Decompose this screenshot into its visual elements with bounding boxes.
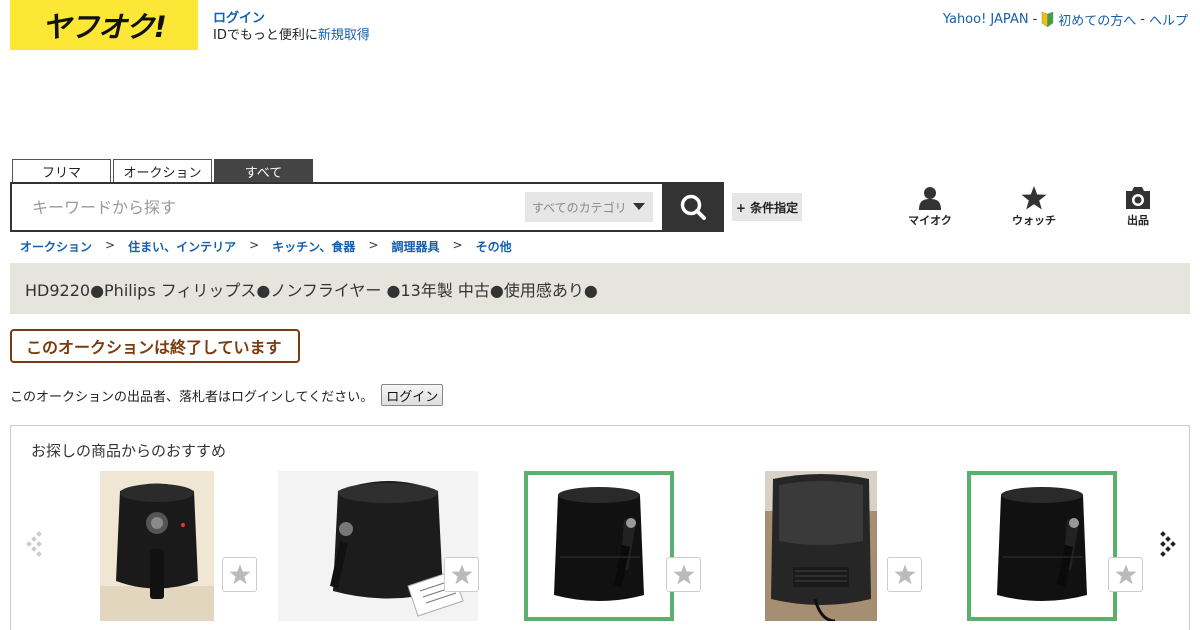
breadcrumb-item[interactable]: キッチン、食器	[272, 238, 355, 255]
carousel-next-icon[interactable]	[1157, 530, 1177, 558]
top-link-separator: -	[1140, 12, 1145, 27]
login-message-text: このオークションの出品者、落札者はログインしてください。	[10, 389, 374, 405]
recommendations-panel: お探しの商品からのおすすめ	[10, 425, 1190, 630]
beginner-mark-icon	[1042, 12, 1054, 27]
air-fryer-photo-3[interactable]	[524, 471, 674, 621]
tab-all[interactable]: すべて	[214, 159, 313, 183]
breadcrumb-item[interactable]: その他	[476, 238, 512, 255]
tab-flima[interactable]: フリマ	[12, 159, 111, 183]
watch-star-button[interactable]	[222, 557, 257, 592]
watch-star-button[interactable]	[887, 557, 922, 592]
sell-label: 出品	[1127, 214, 1149, 227]
tab-auction[interactable]: オークション	[113, 159, 212, 183]
breadcrumb-separator: >	[105, 238, 116, 252]
beginner-link[interactable]: 初めての方へ	[1058, 10, 1136, 29]
category-select[interactable]: すべてのカテゴリ	[525, 192, 653, 222]
watch-star-button[interactable]	[444, 557, 479, 592]
star-icon	[1114, 564, 1137, 585]
condition-button[interactable]: + 条件指定	[732, 193, 802, 221]
yahuoku-logo[interactable]: ヤフオク!	[10, 0, 198, 50]
category-select-label: すべてのカテゴリ	[532, 200, 627, 215]
login-button[interactable]: ログイン	[381, 384, 444, 406]
watch-nav[interactable]: ウォッチ	[1004, 186, 1064, 228]
camera-icon	[1126, 187, 1150, 209]
login-message: このオークションの出品者、落札者はログインしてください。 ログイン	[10, 384, 444, 406]
star-icon	[450, 564, 473, 585]
item-title: HD9220●Philips フィリップス●ノンフライヤー ●13年製 中古●使…	[25, 280, 598, 300]
watch-star-button[interactable]	[1108, 557, 1143, 592]
chevron-down-icon	[633, 203, 645, 210]
my-auction-nav[interactable]: マイオク	[900, 186, 960, 228]
my-auction-label: マイオク	[908, 214, 952, 227]
top-link-separator: -	[1032, 12, 1038, 27]
breadcrumb: オークション > 住まい、インテリア > キッチン、食器 > 調理器具 > その…	[20, 238, 512, 255]
login-sub: IDでもっと便利に新規取得	[213, 27, 370, 44]
search-button[interactable]	[662, 182, 724, 232]
breadcrumb-separator: >	[452, 238, 463, 252]
air-fryer-photo-4[interactable]	[765, 471, 877, 623]
search-icon	[680, 194, 706, 220]
star-icon	[672, 564, 695, 585]
breadcrumb-item[interactable]: 住まい、インテリア	[128, 238, 236, 255]
watch-star-button[interactable]	[666, 557, 701, 592]
breadcrumb-separator: >	[368, 238, 379, 252]
top-links: Yahoo! JAPAN - 初めての方へ - ヘルプ	[943, 10, 1188, 29]
login-box: ログイン IDでもっと便利に新規取得	[213, 10, 370, 44]
carousel-prev-icon[interactable]	[25, 530, 45, 558]
air-fryer-image	[554, 487, 644, 601]
air-fryer-image	[765, 471, 877, 623]
air-fryer-image	[100, 483, 214, 621]
breadcrumb-separator: >	[249, 238, 260, 252]
recommendations-title: お探しの商品からのおすすめ	[31, 442, 227, 460]
star-icon	[893, 564, 916, 585]
login-link[interactable]: ログイン	[213, 10, 370, 27]
register-link[interactable]: 新規取得	[318, 28, 370, 43]
breadcrumb-item[interactable]: オークション	[20, 238, 92, 255]
auction-ended-badge: このオークションは終了しています	[10, 329, 300, 363]
person-icon	[919, 187, 941, 210]
air-fryer-photo-2[interactable]	[278, 471, 478, 621]
item-title-bar: HD9220●Philips フィリップス●ノンフライヤー ●13年製 中古●使…	[10, 263, 1190, 314]
breadcrumb-item[interactable]: 調理器具	[392, 238, 440, 255]
sell-nav[interactable]: 出品	[1108, 186, 1168, 228]
search-tabs: フリマ オークション すべて	[12, 159, 313, 183]
auction-ended-text: このオークションは終了しています	[26, 338, 282, 357]
logo-text: ヤフオク!	[42, 10, 167, 44]
air-fryer-image	[330, 481, 464, 617]
help-link[interactable]: ヘルプ	[1149, 10, 1188, 29]
watch-label: ウォッチ	[1012, 214, 1056, 227]
star-icon	[228, 564, 251, 585]
star-icon	[1021, 186, 1047, 210]
yahoo-japan-link[interactable]: Yahoo! JAPAN	[943, 12, 1029, 27]
air-fryer-image	[997, 487, 1087, 601]
air-fryer-photo-1[interactable]	[100, 471, 214, 621]
air-fryer-photo-5[interactable]	[967, 471, 1117, 621]
login-sub-text: IDでもっと便利に	[213, 28, 318, 43]
search-box: すべてのカテゴリ	[10, 182, 724, 232]
